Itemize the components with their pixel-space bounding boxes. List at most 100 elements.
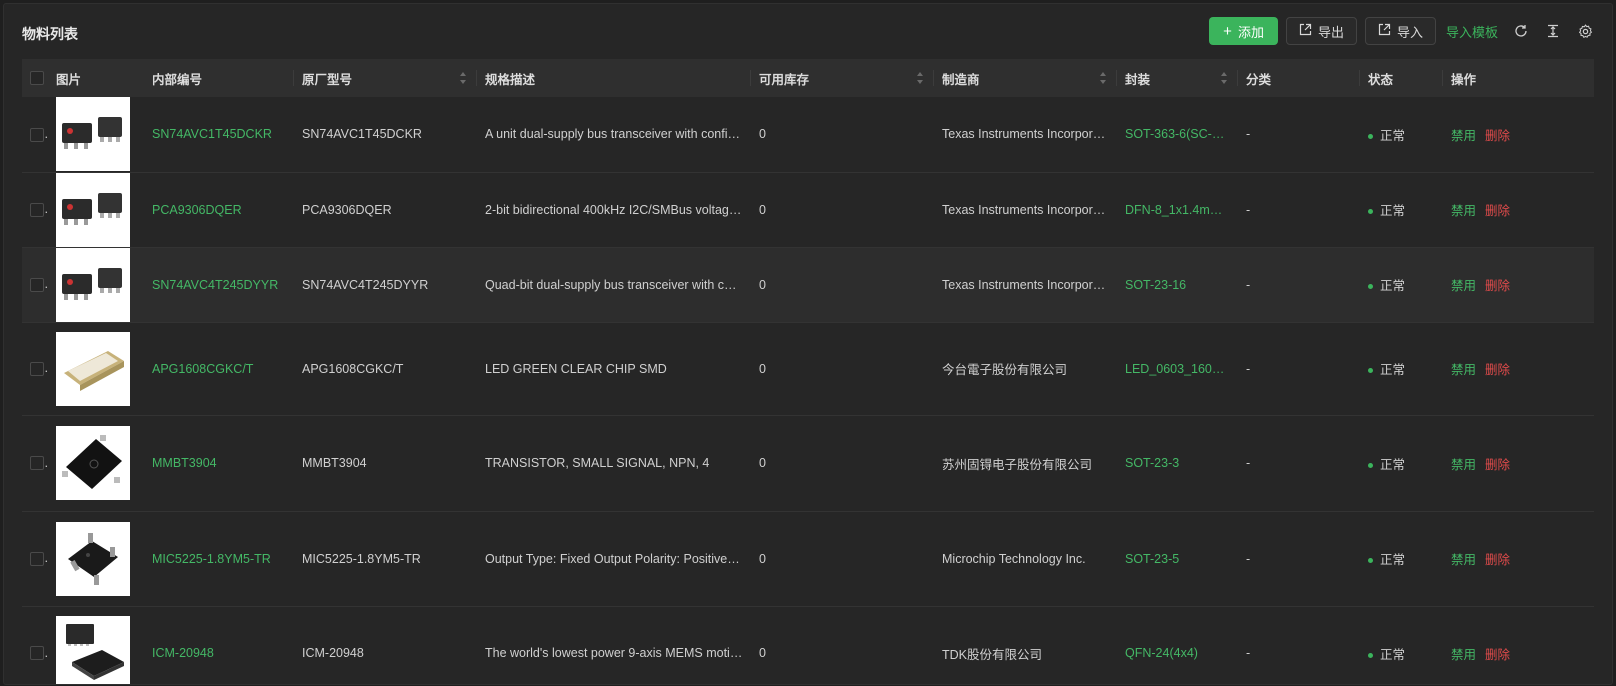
package-link[interactable]: SOT-23-5 [1117,511,1238,607]
status-badge: 正常 [1380,647,1406,662]
disable-button[interactable]: 禁用 [1451,553,1476,567]
status-cell: 正常 [1360,606,1443,684]
ic-package-icon[interactable] [56,172,130,246]
stock-cell: 0 [751,247,934,323]
settings-gear-icon[interactable] [1576,22,1594,40]
export-icon [1299,23,1312,39]
import-button[interactable]: 导入 [1364,17,1436,45]
row-checkbox[interactable] [30,361,44,376]
actions-cell: 禁用 删除 [1443,247,1594,323]
column-height-icon[interactable] [1544,22,1562,40]
description-cell: Output Type: Fixed Output Polarity: Posi… [477,511,751,607]
header-description-label: 规格描述 [485,72,536,87]
status-dot-icon [1368,652,1373,658]
status-dot-icon [1368,462,1373,468]
header-manufacturer[interactable]: 制造商 [934,59,1117,97]
status-cell: 正常 [1360,322,1443,416]
internal-no-link[interactable]: MMBT3904 [144,415,294,512]
table-row[interactable]: PCA9306DQER PCA9306DQER 2-bit bidirectiona… [22,172,1594,248]
header-package[interactable]: 封装 [1117,59,1238,97]
header-internal-no-label: 内部编号 [152,72,203,87]
internal-no-link[interactable]: SN74AVC4T245DYYR [144,247,294,323]
table-row[interactable]: SN74AVC4T245DYYR SN74AVC4T245DYYR Quad-bit… [22,247,1594,323]
stock-cell: 0 [751,97,934,173]
import-icon [1378,23,1391,39]
delete-button[interactable]: 删除 [1485,204,1510,218]
ic-package-icon[interactable] [56,247,130,321]
internal-no-link[interactable]: PCA9306DQER [144,172,294,248]
delete-button[interactable]: 删除 [1485,648,1510,662]
delete-button[interactable]: 删除 [1485,129,1510,143]
export-button[interactable]: 导出 [1285,17,1357,45]
ic-package-icon[interactable] [56,97,130,171]
table-row[interactable]: SN74AVC1T45DCKR SN74AVC1T45DCKR A unit dua… [22,97,1594,173]
table-row[interactable]: MMBT3904 MMBT3904 TRANSISTOR, SMALL SIGNAL… [22,415,1594,512]
mfr-part-cell: SN74AVC1T45DCKR [294,97,477,173]
thumbnail-cell [48,247,144,323]
delete-button[interactable]: 删除 [1485,279,1510,293]
transistor-icon[interactable] [56,426,130,500]
led-chip-icon[interactable] [56,331,130,406]
disable-button[interactable]: 禁用 [1451,204,1476,218]
delete-button[interactable]: 删除 [1485,363,1510,377]
package-link[interactable]: QFN-24(4x4) [1117,606,1238,684]
thumbnail-cell [48,415,144,512]
select-all-checkbox[interactable] [30,71,44,86]
status-badge: 正常 [1380,457,1406,472]
delete-button[interactable]: 删除 [1485,553,1510,567]
table-row[interactable]: ICM-20948 ICM-20948 The world's lowest pow… [22,606,1594,684]
row-checkbox[interactable] [30,202,44,217]
table-row[interactable]: MIC5225-1.8YM5-TR MIC5225-1.8YM5-TR Output… [22,511,1594,607]
row-checkbox[interactable] [30,551,44,566]
header-mfr-part[interactable]: 原厂型号 [294,59,477,97]
category-cell: - [1238,97,1360,173]
mfr-part-cell: PCA9306DQER [294,172,477,248]
sort-icon[interactable] [916,71,924,85]
row-select-cell [22,606,48,684]
internal-no-link[interactable]: APG1608CGKC/T [144,322,294,416]
manufacturer-cell: Texas Instruments Incorporated [934,97,1117,173]
header-select-all[interactable] [22,59,48,97]
category-cell: - [1238,172,1360,248]
package-link[interactable]: SOT-23-3 [1117,415,1238,512]
disable-button[interactable]: 禁用 [1451,458,1476,472]
disable-button[interactable]: 禁用 [1451,648,1476,662]
package-link[interactable]: SOT-23-16 [1117,247,1238,323]
table-row[interactable]: APG1608CGKC/T APG1608CGKC/T LED GREEN CLEA… [22,322,1594,416]
internal-no-link[interactable]: MIC5225-1.8YM5-TR [144,511,294,607]
category-cell: - [1238,511,1360,607]
sort-icon[interactable] [1220,71,1228,85]
sort-icon[interactable] [1099,71,1107,85]
row-checkbox[interactable] [30,127,44,142]
status-badge: 正常 [1380,279,1406,293]
disable-button[interactable]: 禁用 [1451,129,1476,143]
mfr-part-cell: MIC5225-1.8YM5-TR [294,511,477,607]
actions-cell: 禁用 删除 [1443,415,1594,512]
header-stock[interactable]: 可用库存 [751,59,934,97]
description-cell: A unit dual-supply bus transceiver with … [477,97,751,173]
row-checkbox[interactable] [30,456,44,471]
qfn-icon[interactable] [56,616,130,684]
import-template-link[interactable]: 导入模板 [1446,22,1498,41]
sort-icon[interactable] [459,71,467,85]
package-link[interactable]: DFN-8_1x1.4mm_P0... [1117,172,1238,248]
disable-button[interactable]: 禁用 [1451,363,1476,377]
internal-no-link[interactable]: SN74AVC1T45DCKR [144,97,294,173]
disable-button[interactable]: 禁用 [1451,279,1476,293]
row-checkbox[interactable] [30,646,44,661]
package-link[interactable]: SOT-363-6(SC-70-6) [1117,97,1238,173]
import-button-label: 导入 [1396,24,1423,40]
status-dot-icon [1368,133,1373,139]
delete-button[interactable]: 删除 [1485,458,1510,472]
manufacturer-cell: Texas Instruments Incorporated [934,247,1117,323]
header-stock-label: 可用库存 [759,72,810,87]
manufacturer-cell: Microchip Technology Inc. [934,511,1117,607]
header-internal-no: 内部编号 [144,59,294,97]
refresh-icon[interactable] [1512,22,1530,40]
package-link[interactable]: LED_0603_1608Metric [1117,322,1238,416]
sot23-5-icon[interactable] [56,521,130,596]
add-button[interactable]: + 添加 [1209,17,1278,45]
internal-no-link[interactable]: ICM-20948 [144,606,294,684]
row-checkbox[interactable] [30,277,44,292]
category-cell: - [1238,415,1360,512]
